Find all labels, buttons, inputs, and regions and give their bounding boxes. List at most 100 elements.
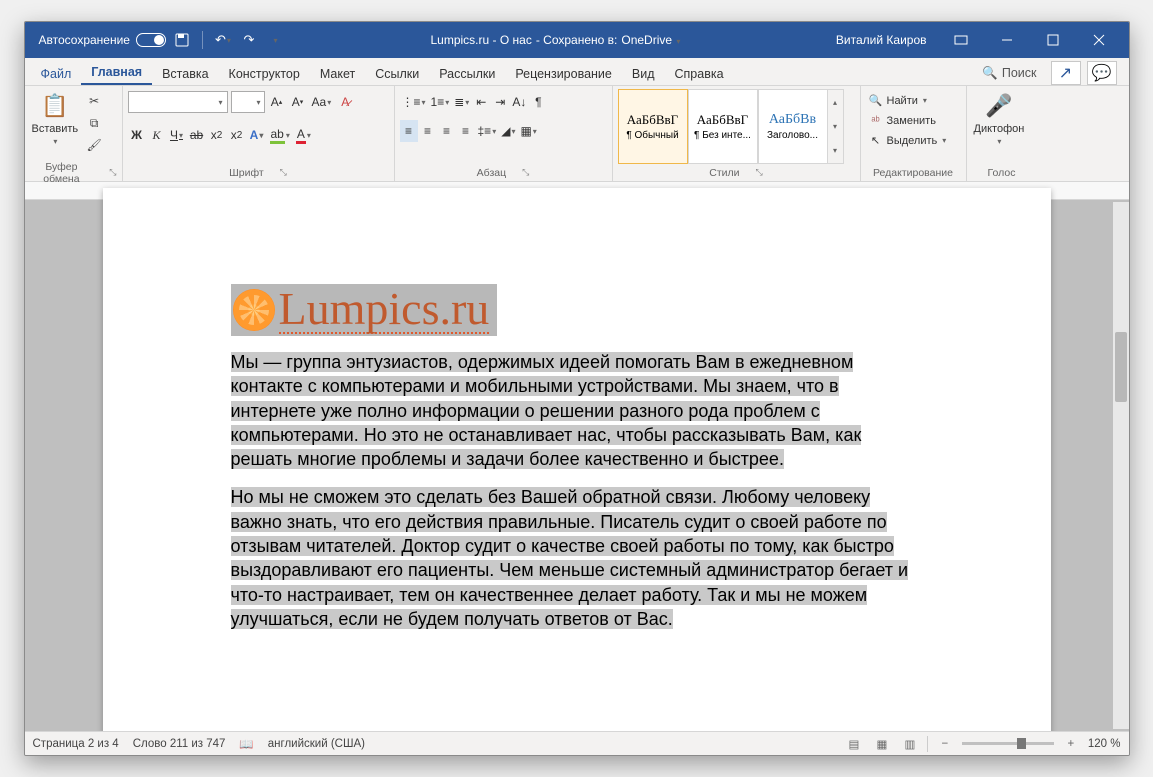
cut-icon[interactable]: ✂	[84, 91, 104, 111]
search-label: Поиск	[1002, 66, 1037, 80]
style-nospacing[interactable]: АаБбВвГ ¶ Без инте...	[688, 89, 758, 164]
select-button[interactable]: ↖Выделить▾	[866, 131, 950, 150]
qat-customize-icon[interactable]: ▾	[265, 30, 285, 50]
ribbon-display-icon[interactable]	[939, 25, 983, 55]
page[interactable]: Lumpics.ru Мы — группа энтузиастов, одер…	[103, 188, 1051, 731]
group-clipboard-label: Буфер обмена	[30, 161, 94, 185]
redo-icon[interactable]: ↷	[239, 30, 259, 50]
saved-location[interactable]: OneDrive ▾	[621, 33, 680, 47]
document-title: Lumpics.ru - О нас	[431, 33, 532, 47]
vertical-scrollbar[interactable]	[1113, 202, 1129, 729]
read-mode-icon[interactable]: ▤	[843, 735, 865, 753]
text-effects-icon[interactable]: A▾	[248, 124, 266, 146]
dialog-launcher-icon[interactable]: ⤡	[756, 167, 763, 178]
scrollbar-thumb[interactable]	[1115, 332, 1127, 402]
shading-icon[interactable]: ◢▾	[499, 120, 517, 142]
dialog-launcher-icon[interactable]: ⤡	[109, 167, 116, 178]
tab-home[interactable]: Главная	[81, 60, 152, 85]
close-icon[interactable]	[1077, 25, 1121, 55]
tab-help[interactable]: Справка	[665, 62, 734, 85]
word-count[interactable]: Слово 211 из 747	[133, 738, 226, 750]
language-indicator[interactable]: английский (США)	[268, 738, 365, 750]
replace-button[interactable]: ᵃᵇЗаменить	[866, 111, 939, 130]
tab-design[interactable]: Конструктор	[219, 62, 310, 85]
font-name-combo[interactable]: ▾	[128, 91, 228, 113]
zoom-in-icon[interactable]: +	[1060, 735, 1082, 753]
italic-button[interactable]: К	[148, 124, 166, 146]
dictate-button[interactable]: 🎤 Диктофон ▾	[972, 89, 1027, 148]
ribbon: 📋 Вставить ▾ ✂ ⧉ 🖌 Буфер обмена ⤡ ▾ ▾ A▴	[25, 86, 1129, 182]
site-name: Lumpics.ru	[279, 286, 490, 334]
group-font: ▾ ▾ A▴ A▾ Aa▾ A̷ Ж К Ч▾ ab x2 x2 A▾ ab▾ …	[123, 86, 395, 181]
decrease-indent-icon[interactable]: ⇤	[472, 91, 490, 113]
autosave-toggle[interactable]: Автосохранение	[39, 33, 166, 47]
align-center-icon[interactable]: ≡	[419, 120, 437, 142]
find-button[interactable]: 🔍Найти▾	[866, 91, 930, 110]
user-account[interactable]: Виталий Каиров	[826, 25, 937, 55]
paste-button[interactable]: 📋 Вставить ▾	[30, 89, 81, 148]
search-icon: 🔍	[982, 66, 998, 81]
dialog-launcher-icon[interactable]: ⤡	[522, 167, 529, 178]
underline-button[interactable]: Ч▾	[168, 124, 186, 146]
strike-button[interactable]: ab	[188, 124, 206, 146]
group-editing-label: Редактирование	[873, 167, 953, 179]
sort-icon[interactable]: A↓	[510, 91, 528, 113]
change-case-icon[interactable]: Aa▾	[310, 91, 334, 113]
tab-layout[interactable]: Макет	[310, 62, 365, 85]
font-size-combo[interactable]: ▾	[231, 91, 265, 113]
toggle-switch-icon	[136, 33, 166, 47]
shrink-font-icon[interactable]: A▾	[289, 91, 307, 113]
scroll-up-icon[interactable]: ▴	[828, 90, 843, 114]
doc-paragraph-1: Мы — группа энтузиастов, одержимых идеей…	[231, 350, 923, 471]
minimize-icon[interactable]	[985, 25, 1029, 55]
dialog-launcher-icon[interactable]: ⤡	[280, 167, 287, 178]
search-box[interactable]: 🔍 Поиск	[974, 63, 1044, 84]
group-voice-label: Голос	[988, 167, 1016, 179]
clear-format-icon[interactable]: A̷	[336, 91, 354, 113]
zoom-level[interactable]: 120 %	[1088, 738, 1121, 750]
saved-prefix: - Сохранено в:	[536, 33, 618, 47]
highlight-icon[interactable]: ab▾	[268, 124, 292, 146]
undo-icon[interactable]: ↶▾	[213, 30, 233, 50]
maximize-icon[interactable]	[1031, 25, 1075, 55]
zoom-slider[interactable]	[962, 742, 1054, 745]
mic-icon: 🎤	[984, 91, 1014, 121]
web-layout-icon[interactable]: ▥	[899, 735, 921, 753]
font-color-icon[interactable]: A▾	[294, 124, 313, 146]
align-right-icon[interactable]: ≡	[438, 120, 456, 142]
numbering-icon[interactable]: 1≡▾	[429, 91, 452, 113]
comments-button[interactable]: 💬	[1087, 61, 1117, 85]
tab-mailings[interactable]: Рассылки	[429, 62, 505, 85]
increase-indent-icon[interactable]: ⇥	[491, 91, 509, 113]
tab-file[interactable]: Файл	[31, 62, 82, 85]
styles-gallery-more[interactable]: ▴ ▾ ▾	[828, 89, 844, 164]
align-left-icon[interactable]: ≡	[400, 120, 418, 142]
print-layout-icon[interactable]: ▦	[871, 735, 893, 753]
bold-button[interactable]: Ж	[128, 124, 146, 146]
line-spacing-icon[interactable]: ‡≡▾	[476, 120, 499, 142]
scroll-down-icon[interactable]: ▾	[828, 114, 843, 138]
bullets-icon[interactable]: ⋮≡▾	[400, 91, 428, 113]
style-normal[interactable]: АаБбВвГ ¶ Обычный	[618, 89, 688, 164]
copy-icon[interactable]: ⧉	[84, 113, 104, 133]
multilevel-icon[interactable]: ≣▾	[452, 91, 471, 113]
tab-view[interactable]: Вид	[622, 62, 665, 85]
page-indicator[interactable]: Страница 2 из 4	[33, 738, 119, 750]
tab-references[interactable]: Ссылки	[365, 62, 429, 85]
subscript-button[interactable]: x2	[208, 124, 226, 146]
style-heading1[interactable]: АаБбВв Заголово...	[758, 89, 828, 164]
grow-font-icon[interactable]: A▴	[268, 91, 286, 113]
zoom-out-icon[interactable]: −	[934, 735, 956, 753]
tab-insert[interactable]: Вставка	[152, 62, 218, 85]
tab-review[interactable]: Рецензирование	[505, 62, 622, 85]
share-button[interactable]: ↗	[1051, 61, 1081, 85]
expand-icon[interactable]: ▾	[828, 139, 843, 163]
spell-check-icon[interactable]: 📖	[239, 737, 253, 751]
format-painter-icon[interactable]: 🖌	[84, 135, 104, 155]
justify-icon[interactable]: ≡	[457, 120, 475, 142]
save-icon[interactable]	[172, 30, 192, 50]
borders-icon[interactable]: ▦▾	[518, 120, 538, 142]
superscript-button[interactable]: x2	[228, 124, 246, 146]
autosave-label: Автосохранение	[39, 33, 130, 47]
show-marks-icon[interactable]: ¶	[529, 91, 547, 113]
